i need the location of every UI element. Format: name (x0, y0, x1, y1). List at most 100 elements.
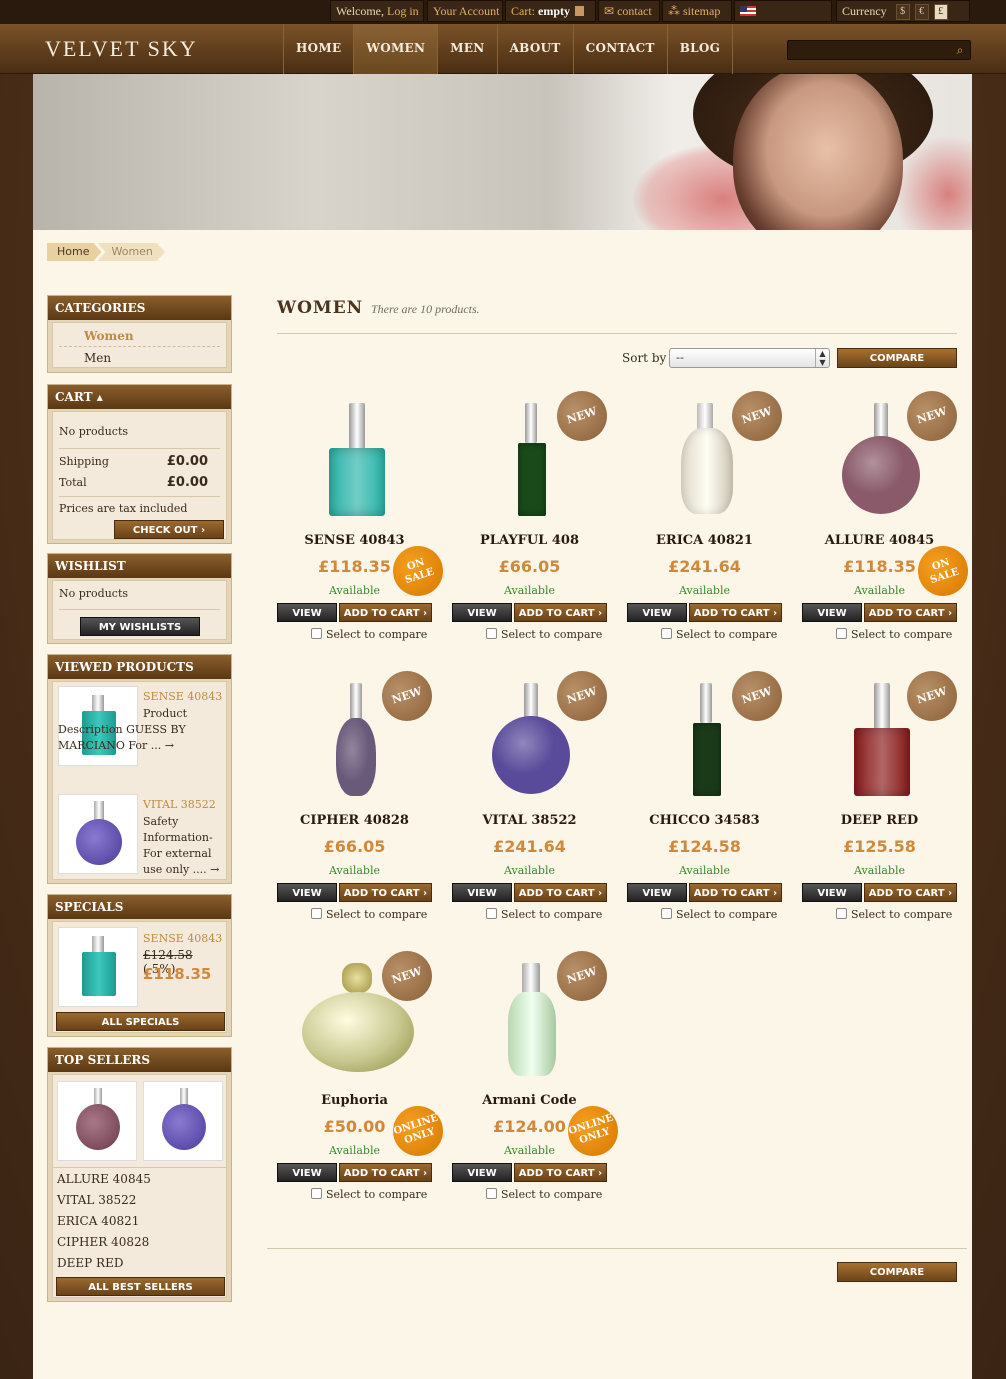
product-price: £241.64 (668, 557, 741, 576)
checkbox-icon[interactable] (486, 908, 497, 919)
account-link[interactable]: Your Account (427, 0, 503, 22)
checkout-button[interactable]: CHECK OUT › (114, 520, 224, 539)
checkbox-icon[interactable] (661, 628, 672, 639)
product-name[interactable]: PLAYFUL 408 (452, 533, 607, 548)
view-button[interactable]: VIEW (627, 603, 687, 622)
search-icon[interactable]: ⌕ (953, 43, 967, 57)
topseller-item[interactable]: CIPHER 40828 (57, 1235, 149, 1249)
checkbox-icon[interactable] (836, 628, 847, 639)
currency-pound[interactable]: £ (933, 4, 948, 21)
add-to-cart-button[interactable]: ADD TO CART › (339, 603, 432, 622)
compare-checkbox[interactable]: Select to compare (661, 908, 777, 921)
compare-checkbox[interactable]: Select to compare (486, 908, 602, 921)
topseller-thumb-allure[interactable] (57, 1081, 137, 1161)
view-button[interactable]: VIEW (277, 603, 337, 622)
view-button[interactable]: VIEW (452, 1163, 512, 1182)
add-to-cart-button[interactable]: ADD TO CART › (339, 1163, 432, 1182)
checkbox-icon[interactable] (311, 628, 322, 639)
specials-thumb[interactable] (58, 927, 138, 1007)
language-selector[interactable] (734, 0, 832, 22)
compare-checkbox[interactable]: Select to compare (836, 908, 952, 921)
product-availability: Available (329, 864, 380, 877)
product-name[interactable]: CHICCO 34583 (627, 813, 782, 828)
product-name[interactable]: ERICA 40821 (627, 533, 782, 548)
product-name[interactable]: DEEP RED (802, 813, 957, 828)
product-image[interactable] (287, 398, 427, 528)
checkbox-icon[interactable] (661, 908, 672, 919)
compare-checkbox[interactable]: Select to compare (836, 628, 952, 641)
view-button[interactable]: VIEW (452, 883, 512, 902)
login-link[interactable]: Log in (387, 4, 419, 18)
product-card: NEW DEEP RED £125.58 Available VIEW ADD TO CA… (802, 664, 964, 938)
add-to-cart-button[interactable]: ADD TO CART › (514, 883, 607, 902)
nav-contact[interactable]: CONTACT (572, 24, 667, 74)
checkbox-icon[interactable] (486, 628, 497, 639)
compare-button-bottom[interactable]: COMPARE (837, 1262, 957, 1282)
checkbox-icon[interactable] (836, 908, 847, 919)
cart-icon (575, 6, 584, 16)
topseller-item[interactable]: ERICA 40821 (57, 1214, 139, 1228)
compare-button-top[interactable]: COMPARE (837, 348, 957, 368)
topseller-item[interactable]: VITAL 38522 (57, 1193, 136, 1207)
product-name[interactable]: Euphoria (277, 1093, 432, 1108)
us-flag-icon (740, 6, 756, 16)
view-button[interactable]: VIEW (277, 883, 337, 902)
viewed-item-name[interactable]: VITAL 38522 (143, 798, 216, 811)
compare-checkbox[interactable]: Select to compare (486, 628, 602, 641)
view-button[interactable]: VIEW (627, 883, 687, 902)
compare-checkbox[interactable]: Select to compare (311, 908, 427, 921)
view-button[interactable]: VIEW (802, 603, 862, 622)
nav-men[interactable]: MEN (437, 24, 496, 74)
nav-blog[interactable]: BLOG (666, 24, 734, 74)
view-button[interactable]: VIEW (277, 1163, 337, 1182)
my-wishlists-button[interactable]: MY WISHLISTS (80, 617, 200, 636)
product-name[interactable]: ALLURE 40845 (802, 533, 957, 548)
view-button[interactable]: VIEW (452, 603, 512, 622)
all-specials-button[interactable]: ALL SPECIALS (56, 1012, 225, 1031)
product-name[interactable]: SENSE 40843 (277, 533, 432, 548)
sort-select[interactable]: -- ▲ ▼ (669, 348, 830, 368)
sitemap-link[interactable]: ⁂ sitemap (662, 0, 732, 22)
compare-checkbox[interactable]: Select to compare (661, 628, 777, 641)
product-name[interactable]: CIPHER 40828 (277, 813, 432, 828)
product-name[interactable]: Armani Code (452, 1093, 607, 1108)
product-card: NEW CHICCO 34583 £124.58 Available VIEW ADD T… (627, 664, 789, 938)
contact-link[interactable]: ✉ contact (598, 0, 660, 22)
cart-summary[interactable]: Cart: empty (505, 0, 596, 22)
breadcrumb-home[interactable]: Home (47, 243, 101, 261)
viewed-thumb-vital[interactable] (58, 794, 138, 874)
checkbox-icon[interactable] (311, 1188, 322, 1199)
topseller-item[interactable]: ALLURE 40845 (57, 1172, 151, 1186)
add-to-cart-button[interactable]: ADD TO CART › (864, 883, 957, 902)
compare-checkbox[interactable]: Select to compare (311, 628, 427, 641)
compare-checkbox[interactable]: Select to compare (311, 1188, 427, 1201)
nav-about[interactable]: ABOUT (496, 24, 573, 74)
currency-euro[interactable]: € (914, 4, 929, 21)
compare-checkbox[interactable]: Select to compare (486, 1188, 602, 1201)
nav-home[interactable]: HOME (283, 24, 353, 74)
add-to-cart-button[interactable]: ADD TO CART › (689, 883, 782, 902)
all-best-sellers-button[interactable]: ALL BEST SELLERS (56, 1277, 225, 1296)
topseller-thumb-vital[interactable] (143, 1081, 223, 1161)
currency-dollar[interactable]: $ (895, 4, 910, 21)
add-to-cart-button[interactable]: ADD TO CART › (339, 883, 432, 902)
cart-value: empty (538, 4, 570, 18)
cart-title[interactable]: CART ▴ (48, 385, 231, 409)
add-to-cart-button[interactable]: ADD TO CART › (514, 1163, 607, 1182)
topseller-item[interactable]: DEEP RED (57, 1256, 123, 1270)
add-to-cart-button[interactable]: ADD TO CART › (514, 603, 607, 622)
category-women[interactable]: Women (59, 327, 220, 347)
checkbox-icon[interactable] (311, 908, 322, 919)
checkbox-icon[interactable] (486, 1188, 497, 1199)
viewed-item-name[interactable]: SENSE 40843 (143, 690, 222, 703)
category-men[interactable]: Men (59, 347, 220, 367)
search-input[interactable] (788, 42, 948, 61)
site-logo[interactable]: VELVET SKY (45, 36, 198, 62)
add-to-cart-button[interactable]: ADD TO CART › (864, 603, 957, 622)
product-name[interactable]: VITAL 38522 (452, 813, 607, 828)
compare-label: Select to compare (501, 1188, 603, 1201)
specials-name[interactable]: SENSE 40843 (143, 932, 222, 945)
add-to-cart-button[interactable]: ADD TO CART › (689, 603, 782, 622)
view-button[interactable]: VIEW (802, 883, 862, 902)
nav-women[interactable]: WOMEN (353, 24, 438, 74)
